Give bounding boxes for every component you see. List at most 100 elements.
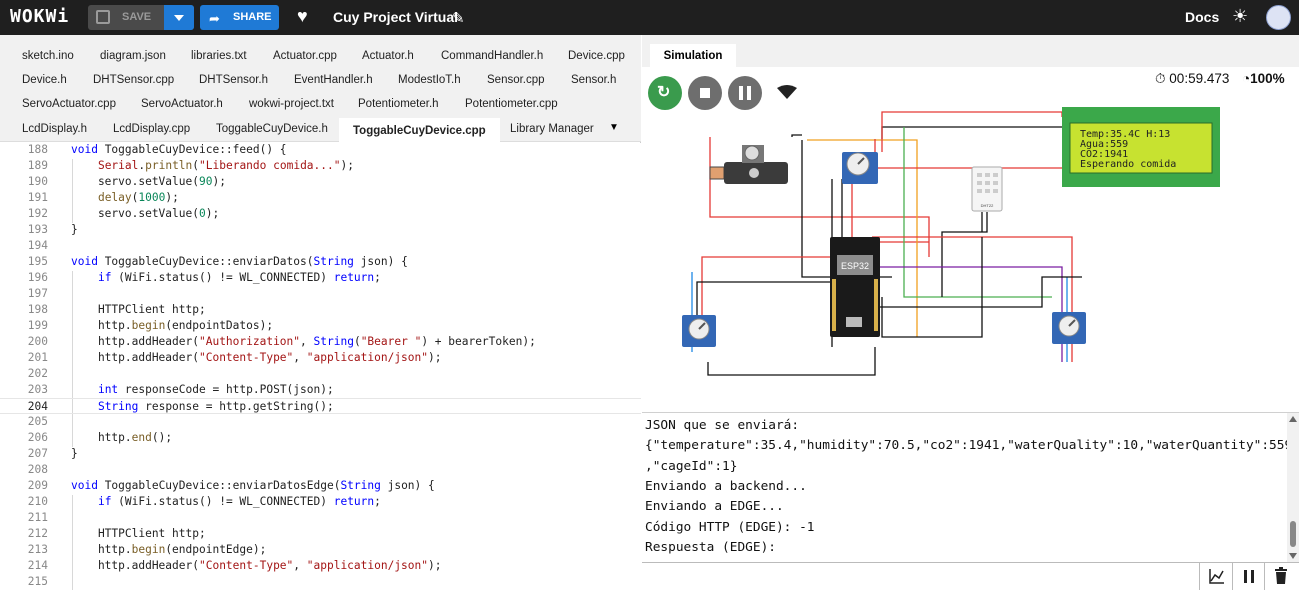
tab-sketch-ino[interactable]: sketch.ino <box>22 46 74 66</box>
scroll-down-icon[interactable] <box>1289 553 1297 559</box>
tab-sensor-cpp[interactable]: Sensor.cpp <box>487 70 545 90</box>
code-line[interactable]: 201 http.addHeader("Content-Type", "appl… <box>0 350 641 366</box>
tab-eventhandler-h[interactable]: EventHandler.h <box>294 70 373 90</box>
tab-commandhandler-h[interactable]: CommandHandler.h <box>441 46 543 66</box>
tab-sensor-h[interactable]: Sensor.h <box>571 70 616 90</box>
speed-gauge-icon: ◔ <box>1242 71 1251 86</box>
code-line[interactable]: 190 servo.setValue(90); <box>0 174 641 190</box>
docs-link[interactable]: Docs <box>1185 9 1219 25</box>
wokwi-logo[interactable]: WOKWi <box>10 6 69 27</box>
code-line[interactable]: 197 <box>0 286 641 302</box>
tab-potentiometer-cpp[interactable]: Potentiometer.cpp <box>465 94 558 114</box>
dht22-sensor[interactable]: DHT22 <box>971 166 1003 212</box>
code-line[interactable]: 203 int responseCode = http.POST(json); <box>0 382 641 398</box>
plotter-button[interactable] <box>1201 563 1233 590</box>
tab-toggablecuydevice-cpp[interactable]: ToggableCuyDevice.cpp <box>339 118 500 142</box>
code-text: void ToggableCuyDevice::enviarDatos(Stri… <box>71 255 408 268</box>
tab-toggablecuydevice-h[interactable]: ToggableCuyDevice.h <box>216 119 328 139</box>
code-line[interactable]: 209 void ToggableCuyDevice::enviarDatosEd… <box>0 478 641 494</box>
serial-line: Respuesta (EDGE): <box>645 540 776 555</box>
simulation-tabbar: Simulation <box>642 35 1299 67</box>
save-button[interactable]: SAVE <box>88 5 194 30</box>
code-line[interactable]: 211 <box>0 510 641 526</box>
code-line[interactable]: 206 http.end(); <box>0 430 641 446</box>
code-text: void ToggableCuyDevice::feed() { <box>71 143 287 156</box>
esp32-board[interactable]: ESP32 <box>830 237 880 337</box>
tab-libraries-txt[interactable]: libraries.txt <box>191 46 247 66</box>
code-text: http.begin(endpointDatos); <box>71 319 274 332</box>
clear-serial-button[interactable] <box>1265 563 1297 590</box>
code-line[interactable]: 210 if (WiFi.status() != WL_CONNECTED) r… <box>0 494 641 510</box>
more-tabs-icon[interactable]: ▼ <box>609 122 619 133</box>
line-number: 204 <box>27 400 48 413</box>
tab-actuator-cpp[interactable]: Actuator.cpp <box>273 46 337 66</box>
scrollbar-thumb[interactable] <box>1290 521 1296 547</box>
code-text: http.begin(endpointEdge); <box>71 543 267 556</box>
tab-modestiot-h[interactable]: ModestIoT.h <box>398 70 461 90</box>
code-line[interactable]: 204 String response = http.getString(); <box>0 398 641 414</box>
line-number: 208 <box>27 463 48 476</box>
tab-wokwi-project-txt[interactable]: wokwi-project.txt <box>249 94 334 114</box>
code-line[interactable]: 207} <box>0 446 641 462</box>
pause-button[interactable] <box>728 76 762 110</box>
lcd-display[interactable]: Temp:35.4C H:13 Agua:559 CO2:1941 Espera… <box>1062 107 1220 187</box>
tab-device-h[interactable]: Device.h <box>22 70 67 90</box>
restart-button[interactable]: ↻ <box>648 76 682 110</box>
servo-motor[interactable] <box>709 145 788 184</box>
tab-dhtsensor-h[interactable]: DHTSensor.h <box>199 70 268 90</box>
circuit-diagram[interactable]: DHT22 Temp:35.4C H:13 Agua:559 CO2:1941 … <box>642 107 1299 412</box>
serial-pause-button[interactable] <box>1233 563 1265 590</box>
scroll-up-icon[interactable] <box>1289 416 1297 422</box>
code-editor[interactable]: 188 void ToggableCuyDevice::feed() {189 S… <box>0 143 641 590</box>
code-line[interactable]: 214 http.addHeader("Content-Type", "appl… <box>0 558 641 574</box>
code-line[interactable]: 189 Serial.println("Liberando comida..."… <box>0 158 641 174</box>
code-line[interactable]: 193} <box>0 222 641 238</box>
serial-line: Código HTTP (EDGE): -1 <box>645 520 815 535</box>
tab-lcddisplay-h[interactable]: LcdDisplay.h <box>22 119 87 139</box>
stop-button[interactable] <box>688 76 722 110</box>
line-number: 213 <box>27 543 48 556</box>
code-line[interactable]: 213 http.begin(endpointEdge); <box>0 542 641 558</box>
code-line[interactable]: 215 <box>0 574 641 590</box>
tab-device-cpp[interactable]: Device.cpp <box>568 46 625 66</box>
code-line[interactable]: 191 delay(1000); <box>0 190 641 206</box>
tab-diagram-json[interactable]: diagram.json <box>100 46 166 66</box>
code-line[interactable]: 199 http.begin(endpointDatos); <box>0 318 641 334</box>
code-line[interactable]: 196 if (WiFi.status() != WL_CONNECTED) r… <box>0 270 641 286</box>
save-dropdown-button[interactable] <box>164 5 194 30</box>
code-text: void ToggableCuyDevice::enviarDatosEdge(… <box>71 479 435 492</box>
tab-actuator-h[interactable]: Actuator.h <box>362 46 414 66</box>
code-line[interactable]: 188 void ToggableCuyDevice::feed() { <box>0 143 641 158</box>
serial-monitor[interactable]: JSON que se enviará: {"temperature":35.4… <box>642 412 1299 562</box>
avatar[interactable] <box>1266 5 1291 30</box>
sun-icon[interactable]: ☀ <box>1232 6 1248 27</box>
tab-servoactuator-cpp[interactable]: ServoActuator.cpp <box>22 94 116 114</box>
code-text: http.addHeader("Content-Type", "applicat… <box>71 351 442 364</box>
pencil-icon[interactable]: ✎ <box>452 9 465 27</box>
code-line[interactable]: 194 <box>0 238 641 254</box>
share-button[interactable]: ➦ SHARE <box>200 5 279 30</box>
tab-potentiometer-h[interactable]: Potentiometer.h <box>358 94 439 114</box>
tab-lcddisplay-cpp[interactable]: LcdDisplay.cpp <box>113 119 190 139</box>
potentiometer-left[interactable] <box>682 315 716 347</box>
code-line[interactable]: 202 <box>0 366 641 382</box>
line-number: 194 <box>27 239 48 252</box>
tab-dhtsensor-cpp[interactable]: DHTSensor.cpp <box>93 70 174 90</box>
serial-input[interactable] <box>642 563 1200 590</box>
potentiometer-top[interactable] <box>842 152 878 184</box>
line-number: 206 <box>27 431 48 444</box>
code-line[interactable]: 212 HTTPClient http; <box>0 526 641 542</box>
tab-simulation[interactable]: Simulation <box>650 44 736 67</box>
tab-servoactuator-h[interactable]: ServoActuator.h <box>141 94 223 114</box>
heart-icon[interactable]: ♥ <box>297 6 308 27</box>
serial-scrollbar[interactable] <box>1287 413 1299 562</box>
potentiometer-right[interactable] <box>1052 312 1086 344</box>
code-line[interactable]: 198 HTTPClient http; <box>0 302 641 318</box>
code-line[interactable]: 208 <box>0 462 641 478</box>
code-line[interactable]: 195 void ToggableCuyDevice::enviarDatos(S… <box>0 254 641 270</box>
code-line[interactable]: 200 http.addHeader("Authorization", Stri… <box>0 334 641 350</box>
code-line[interactable]: 192 servo.setValue(0); <box>0 206 641 222</box>
timer-value: 00:59.473 <box>1169 71 1230 86</box>
code-line[interactable]: 205 <box>0 414 641 430</box>
tab-library-manager[interactable]: Library Manager <box>510 119 594 139</box>
